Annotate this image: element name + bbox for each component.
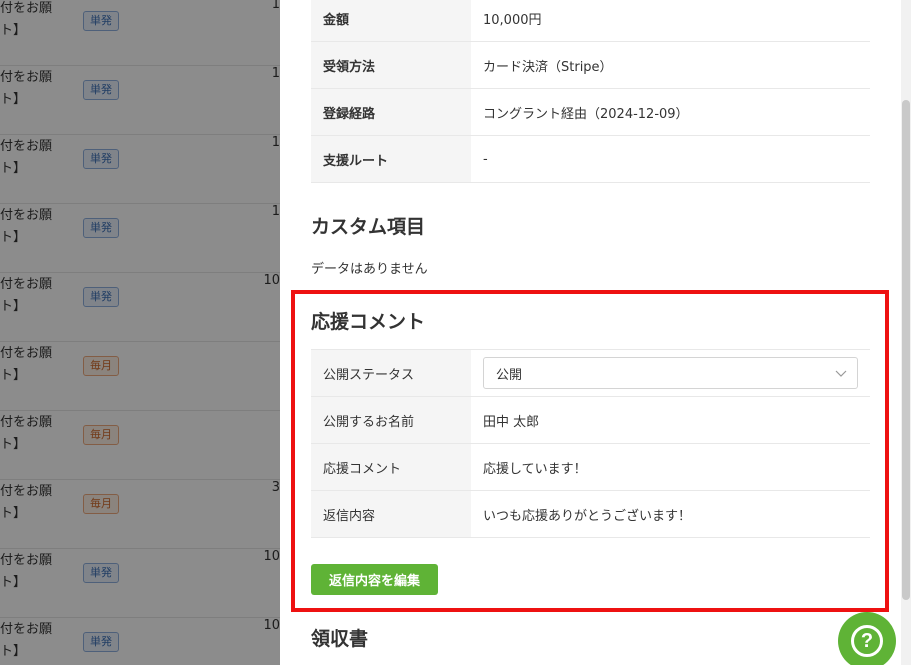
- detail-row-registration-route: 登録経路 コングラント経由（2024-12-09）: [311, 89, 870, 136]
- detail-value: カード決済（Stripe）: [483, 59, 613, 75]
- status-select[interactable]: 公開: [483, 357, 858, 389]
- detail-key: 受領方法: [311, 42, 471, 88]
- status-label: 公開ステータス: [311, 350, 471, 396]
- receipt-heading: 領収書: [311, 628, 369, 650]
- comment-row-reply: 返信内容 いつも応援ありがとうございます！: [311, 491, 870, 538]
- comment-value: 応援しています！: [483, 461, 587, 477]
- detail-value: コングラント経由（2024-12-09）: [483, 106, 689, 122]
- custom-fields-heading: カスタム項目: [311, 216, 426, 238]
- comment-row-comment: 応援コメント 応援しています！: [311, 444, 870, 491]
- question-mark-icon: ?: [851, 625, 883, 657]
- detail-drawer: 金額 10,000円 受領方法 カード決済（Stripe） 登録経路 コングラン…: [280, 0, 901, 665]
- modal-overlay[interactable]: [0, 0, 280, 665]
- status-select-value: 公開: [496, 367, 523, 383]
- support-comment-heading: 応援コメント: [311, 311, 426, 333]
- scrollbar-thumb[interactable]: [902, 100, 910, 600]
- custom-fields-empty-text: データはありません: [311, 262, 428, 277]
- public-name-label: 公開するお名前: [311, 397, 471, 443]
- comment-label: 応援コメント: [311, 444, 471, 490]
- help-button[interactable]: ?: [838, 612, 896, 665]
- reply-label: 返信内容: [311, 491, 471, 537]
- public-name-value: 田中 太郎: [483, 414, 540, 430]
- comment-row-status: 公開ステータス 公開: [311, 350, 870, 397]
- reply-value: いつも応援ありがとうございます！: [483, 508, 692, 524]
- detail-key: 登録経路: [311, 89, 471, 135]
- drawer-scrollbar[interactable]: [901, 0, 911, 665]
- detail-value: -: [483, 151, 488, 167]
- detail-key: 支援ルート: [311, 136, 471, 182]
- details-table: 金額 10,000円 受領方法 カード決済（Stripe） 登録経路 コングラン…: [311, 0, 870, 183]
- chevron-down-icon: [835, 367, 847, 379]
- comment-row-name: 公開するお名前 田中 太郎: [311, 397, 870, 444]
- detail-row-amount: 金額 10,000円: [311, 0, 870, 42]
- edit-reply-button[interactable]: 返信内容を編集: [311, 564, 438, 595]
- detail-row-support-route: 支援ルート -: [311, 136, 870, 183]
- support-comment-table: 公開ステータス 公開 公開するお名前 田中 太郎 応援コメント 応援しています！…: [311, 349, 870, 538]
- detail-row-receipt-method: 受領方法 カード決済（Stripe）: [311, 42, 870, 89]
- detail-value: 10,000円: [483, 12, 542, 28]
- detail-key: 金額: [311, 0, 471, 41]
